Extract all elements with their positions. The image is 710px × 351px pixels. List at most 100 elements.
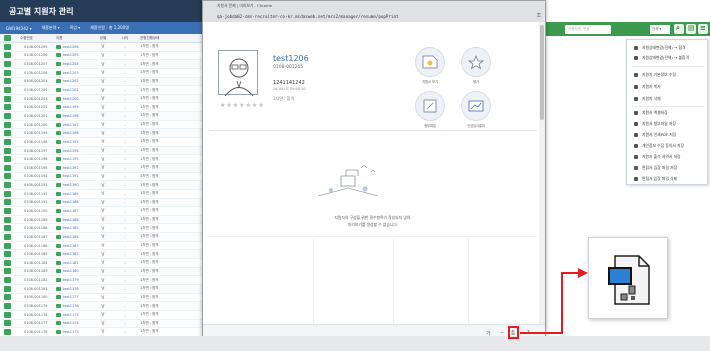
row-checkbox[interactable]	[4, 147, 11, 154]
table-row[interactable]: 0108-001201 test1202 남 - 1차면 : 합격	[0, 77, 204, 87]
row-checkbox[interactable]	[4, 207, 11, 214]
row-checkbox[interactable]	[4, 43, 11, 50]
table-row[interactable]: 0108-001201 test1198 남 - 1차면 : 합격	[0, 112, 204, 121]
applicant-name[interactable]: test1177	[56, 295, 92, 300]
applicant-name[interactable]: test1186	[56, 217, 92, 222]
applicant-name[interactable]: test1181	[56, 260, 92, 265]
applicant-name[interactable]: test1179	[56, 278, 92, 283]
applicant-name[interactable]: test1197	[56, 122, 92, 127]
row-checkbox[interactable]	[4, 311, 11, 318]
table-row[interactable]: 0108-001195 test1192 남 - 1차면 : 합격	[0, 163, 204, 173]
applicant-name[interactable]: test1173	[56, 329, 92, 334]
menu-item[interactable]: 면접서 입장 파일 삭제	[627, 176, 709, 182]
table-row[interactable]: 0108-001183 test1180 남 - 1차면 : 합격	[0, 267, 204, 277]
menu-item[interactable]: 지원서 첨부파일 저장	[627, 121, 709, 127]
table-row[interactable]: 0108-001203 test1200 남 - 1차면 : 합격	[0, 94, 204, 104]
table-row[interactable]: 0108-001206 test1205 남 - 1차면 : 합격	[0, 52, 204, 61]
row-checkbox[interactable]	[4, 190, 11, 197]
row-checkbox[interactable]	[4, 69, 11, 76]
menu-item[interactable]: 면접서 입장 파일 저장	[627, 165, 709, 171]
table-row[interactable]: 0108-001177 test1174 남 - 1차면 : 합격	[0, 319, 204, 329]
applicant-name[interactable]: test1185	[56, 226, 92, 231]
row-checkbox[interactable]	[4, 277, 11, 284]
applicant-name[interactable]: test1190	[56, 183, 92, 188]
table-row[interactable]: 0108-001181 test1178 남 - 1차면 : 합격	[0, 284, 204, 294]
applicant-name[interactable]: test1201	[56, 88, 92, 93]
table-row[interactable]: 0108-001186 test1183 남 - 1차면 : 합격	[0, 242, 204, 251]
filter-field[interactable]: 채용분야 ▾	[42, 25, 60, 31]
row-checkbox[interactable]	[4, 199, 11, 206]
applicant-name[interactable]: test1174	[56, 321, 92, 326]
table-row[interactable]: 0108-001204 test1201 남 - 1차면 : 합격	[0, 86, 204, 95]
row-checkbox[interactable]	[4, 216, 11, 223]
filter-job-code[interactable]: GW194242 ▾	[6, 26, 32, 31]
table-row[interactable]: 0108-001182 test1179 남 - 1차면 : 합격	[0, 276, 204, 285]
table-row[interactable]: 0108-001192 test1189 남 - 1차면 : 합격	[0, 190, 204, 199]
table-row[interactable]: 0108-001193 test1190 남 - 1차면 : 합격	[0, 181, 204, 190]
applicant-name[interactable]: test1189	[56, 191, 92, 196]
row-checkbox[interactable]	[4, 164, 11, 171]
menu-item[interactable]: 지원상태변경(전체) → 불합격	[627, 55, 709, 61]
table-row[interactable]: 0108-001184 test1181 남 - 1차면 : 합격	[0, 259, 204, 268]
row-checkbox[interactable]	[4, 173, 11, 180]
table-row[interactable]: 0108-001191 test1188 남 - 1차면 : 합격	[0, 198, 204, 208]
menu-item[interactable]: 지원자 삭제	[627, 96, 709, 102]
row-checkbox[interactable]	[4, 87, 11, 94]
table-row[interactable]: 0108-001190 test1187 남 - 1차면 : 합격	[0, 207, 204, 216]
table-row[interactable]: 0108-001197 test1194 남 - 1차면 : 합격	[0, 146, 204, 156]
key-icon[interactable]: ⚿	[537, 13, 541, 19]
menu-item[interactable]: 개인정보 수집 동의서 저장	[627, 143, 709, 149]
applicant-name[interactable]: test1175	[56, 312, 92, 317]
row-checkbox[interactable]	[4, 112, 11, 119]
applicant-name[interactable]: test1202	[56, 79, 92, 84]
row-checkbox[interactable]	[4, 251, 11, 258]
table-row[interactable]: 0108-001189 test1186 남 - 1차면 : 합격	[0, 215, 204, 225]
scrollbar-thumb[interactable]	[540, 25, 544, 120]
filter-select[interactable]: 전체 ▾	[650, 24, 670, 34]
table-row[interactable]: 0108-001202 test1199 남 - 1차면 : 합격	[0, 103, 204, 113]
row-checkbox[interactable]	[4, 294, 11, 301]
menu-item[interactable]: 지원자 출석 서약서 저장	[627, 154, 709, 160]
applicant-name[interactable]: test1191	[56, 174, 92, 179]
search-input[interactable]: 지원자명, 번호	[565, 24, 611, 34]
row-checkbox[interactable]	[4, 156, 11, 163]
menu-item[interactable]: 지원자 복사	[627, 84, 709, 90]
popup-url-bar[interactable]: qa-jobda02-cms-recruiter-co-kr.midasweb.…	[203, 11, 545, 22]
row-checkbox[interactable]	[4, 52, 11, 59]
row-checkbox[interactable]	[4, 268, 11, 275]
applicant-name[interactable]: test1192	[56, 165, 92, 170]
applicant-name[interactable]: test1188	[56, 200, 92, 205]
row-checkbox[interactable]	[4, 61, 11, 68]
select-all-checkbox[interactable]	[4, 35, 11, 41]
table-row[interactable]: 0108-001199 test1196 남 - 1차면 : 합격	[0, 129, 204, 139]
row-checkbox[interactable]	[4, 303, 11, 310]
row-checkbox[interactable]	[4, 95, 11, 102]
row-checkbox[interactable]	[4, 78, 11, 85]
menu-item[interactable]: 지원자 기본정보 수정	[627, 72, 709, 78]
row-checkbox[interactable]	[4, 225, 11, 232]
filter-job[interactable]: 직업 ▾	[70, 25, 81, 31]
menu-item[interactable]: 지원상태변경(전체) → 합격	[627, 45, 709, 51]
applicant-name[interactable]: test1195	[56, 139, 92, 144]
table-row[interactable]: 0108-001187 test1184 남 - 1차면 : 합격	[0, 233, 204, 242]
table-row[interactable]: 0108-001196 test1193 남 - 1차면 : 합격	[0, 155, 204, 164]
applicant-name[interactable]: test1205	[56, 53, 92, 58]
row-checkbox[interactable]	[4, 121, 11, 128]
row-checkbox[interactable]	[4, 233, 11, 240]
menu-item[interactable]: 지원서 엑셀저장	[627, 110, 709, 116]
table-row[interactable]: 0108-001208 test1203 남 - 1차면 : 합격	[0, 69, 204, 78]
table-row[interactable]: 0108-001179 test1176 남 - 1차면 : 합격	[0, 302, 204, 311]
table-row[interactable]: 0108-001207 test1204 남 - 1차면 : 합격	[0, 60, 204, 69]
row-checkbox[interactable]	[4, 242, 11, 249]
applicant-name[interactable]: test1178	[56, 286, 92, 291]
applicant-name[interactable]: test1184	[56, 234, 92, 239]
table-row[interactable]: 0108-001194 test1191 남 - 1차면 : 합격	[0, 173, 204, 182]
applicant-name[interactable]: test1187	[56, 208, 92, 213]
row-checkbox[interactable]	[4, 320, 11, 327]
applicant-name[interactable]: test1180	[56, 269, 92, 274]
row-checkbox[interactable]	[4, 285, 11, 292]
row-checkbox[interactable]	[4, 130, 11, 137]
table-row[interactable]: 0108-001198 test1195 남 - 1차면 : 합격	[0, 138, 204, 147]
applicant-name[interactable]: test1198	[56, 113, 92, 118]
table-row[interactable]: 0108-001200 test1197 남 - 1차면 : 합격	[0, 121, 204, 130]
